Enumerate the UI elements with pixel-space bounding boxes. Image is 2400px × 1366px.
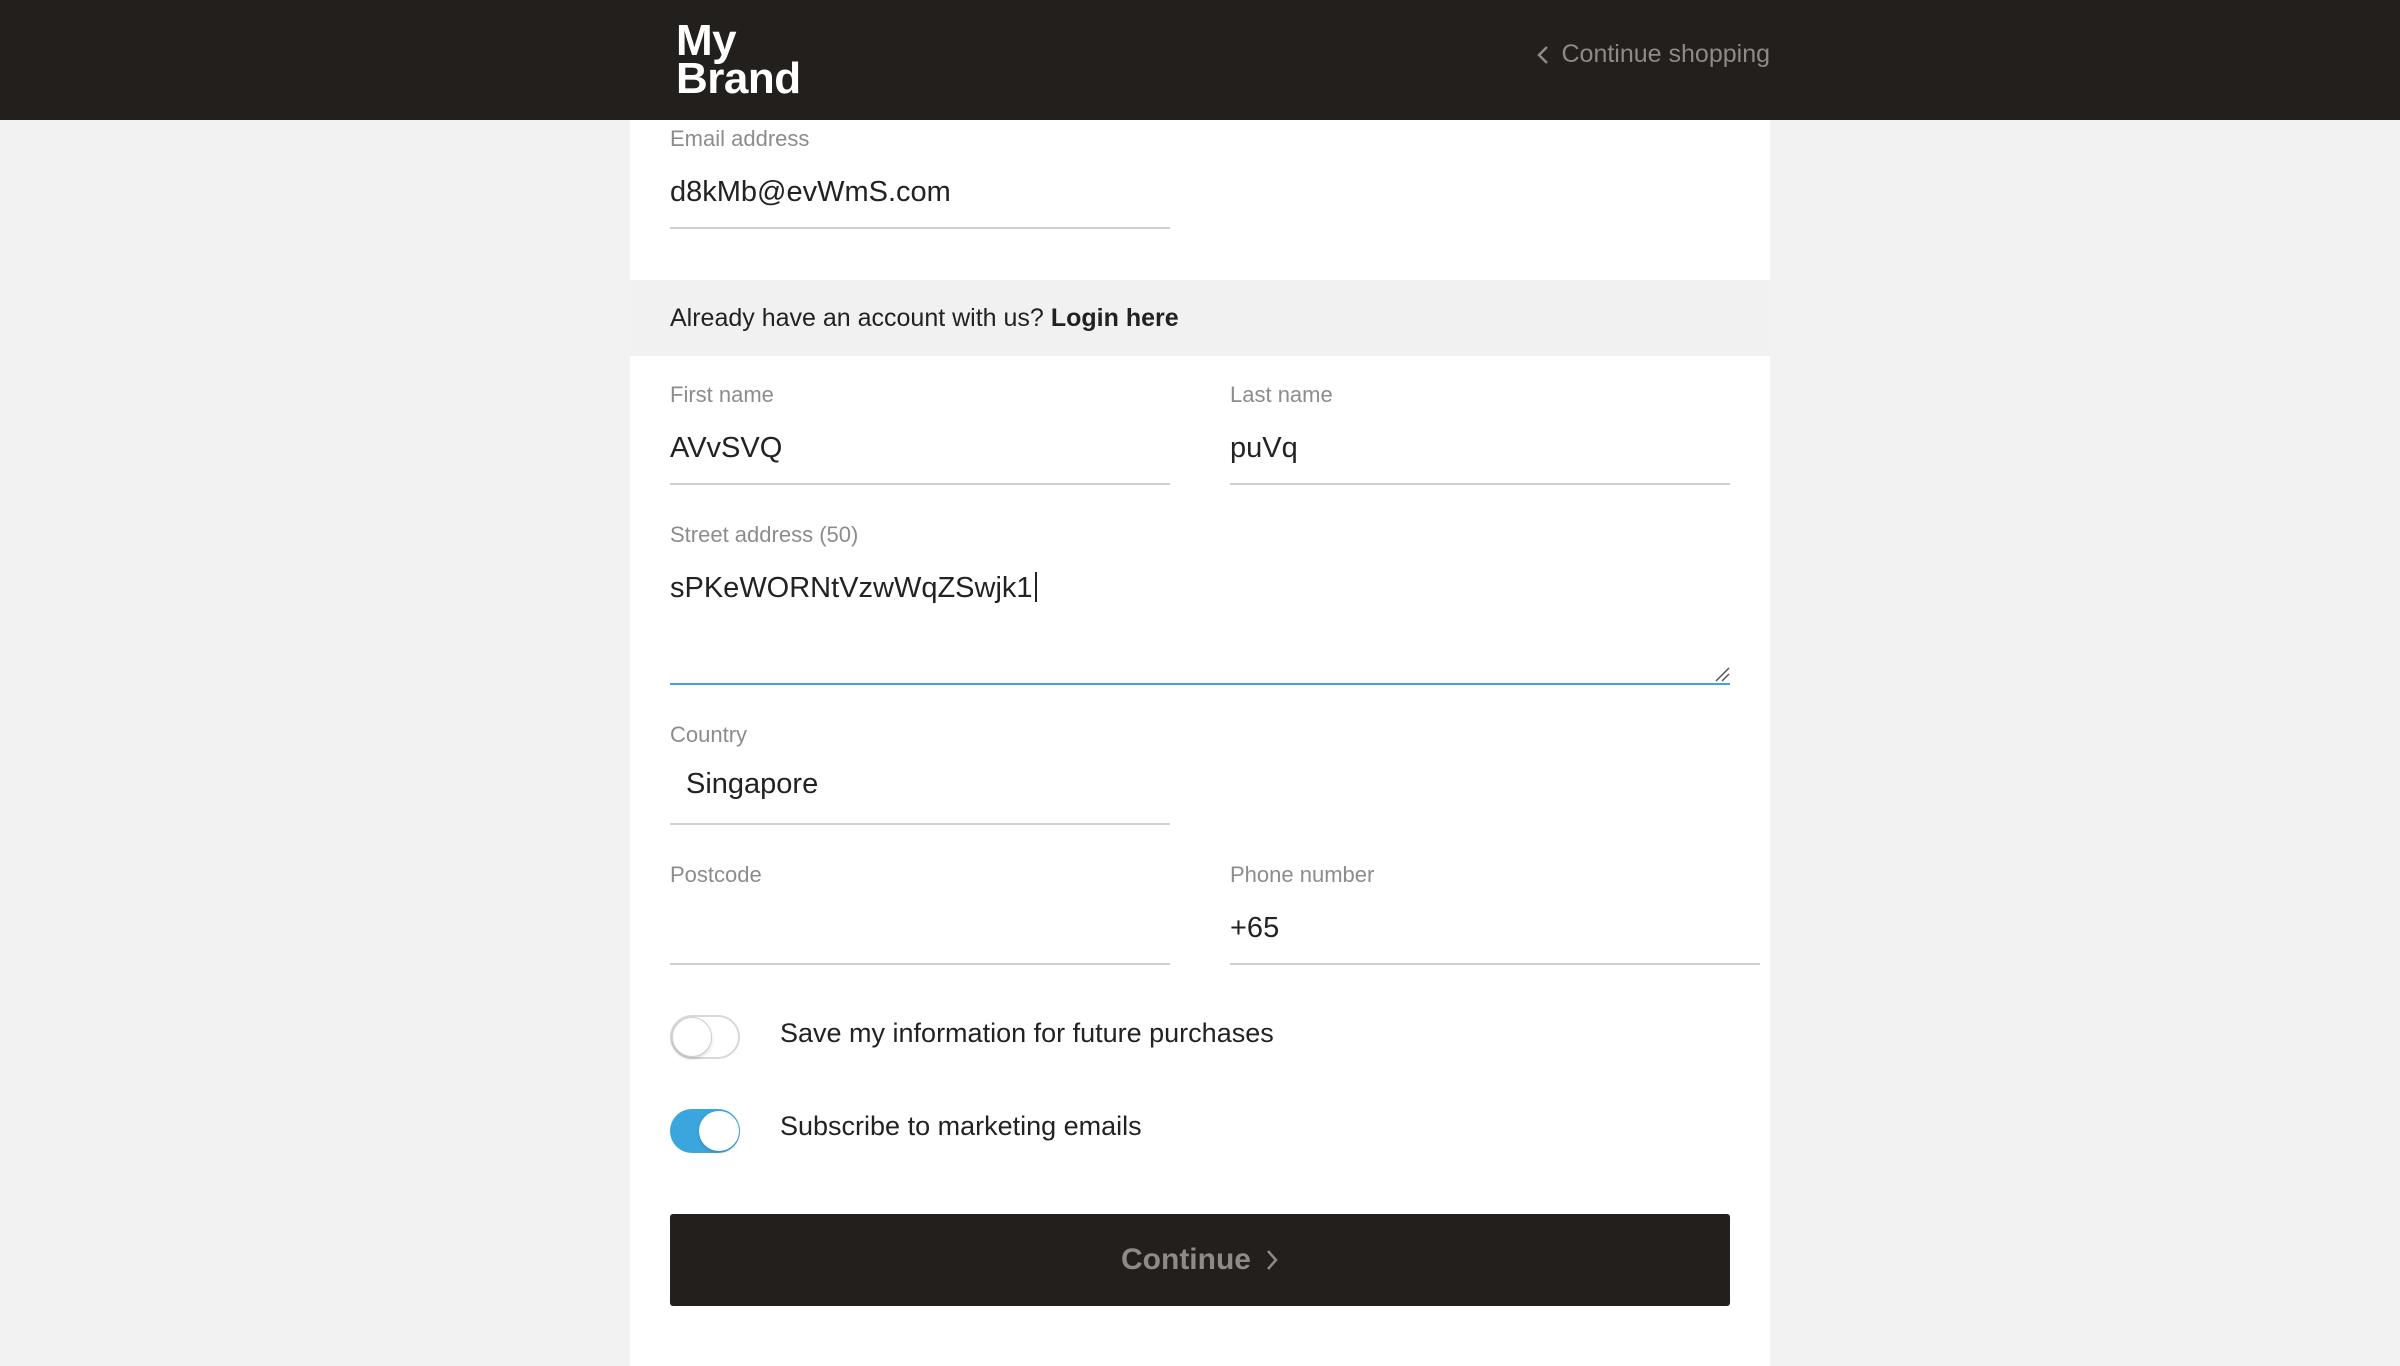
postcode-input[interactable] (670, 912, 1170, 946)
email-field-group: Email address d8kMb@evWmS.com (670, 126, 1170, 209)
postcode-underline (670, 963, 1170, 965)
email-underline (670, 227, 1170, 229)
first-name-input[interactable]: AVvSVQ (670, 432, 1170, 465)
brand-logo[interactable]: My Brand (676, 19, 801, 103)
phone-label: Phone number (1230, 862, 1375, 887)
last-name-label: Last name (1230, 382, 1333, 407)
toggle-knob (672, 1017, 712, 1057)
phone-field-group: Phone number +65 (1230, 862, 1760, 945)
country-select[interactable]: Singapore (670, 768, 1170, 801)
last-name-underline (1230, 483, 1730, 485)
country-underline (670, 823, 1170, 825)
last-name-input[interactable]: puVq (1230, 432, 1730, 465)
continue-button[interactable]: Continue (670, 1214, 1730, 1306)
first-name-field-group: First name AVvSVQ (670, 382, 1170, 465)
save-info-label: Save my information for future purchases (780, 1018, 1274, 1048)
street-address-underline-focused (670, 683, 1730, 685)
first-name-label: First name (670, 382, 774, 407)
logo-line-2: Brand (676, 54, 801, 103)
checkout-form-panel: Email address d8kMb@evWmS.com Already ha… (630, 120, 1770, 1366)
email-label: Email address (670, 126, 810, 151)
existing-account-banner: Already have an account with us? Login h… (630, 280, 1770, 356)
last-name-field-group: Last name puVq (1230, 382, 1730, 465)
chevron-right-icon (1267, 1250, 1278, 1270)
street-address-textarea[interactable]: sPKeWORNtVzwWqZSwjk1 (670, 572, 1730, 605)
continue-shopping-link[interactable]: Continue shopping (1536, 40, 1771, 69)
continue-shopping-label: Continue shopping (1561, 40, 1771, 68)
chevron-left-icon (1536, 45, 1548, 64)
phone-underline (1230, 963, 1760, 965)
subscribe-label: Subscribe to marketing emails (780, 1111, 1142, 1141)
toggle-knob (699, 1111, 739, 1151)
street-address-value: sPKeWORNtVzwWqZSwjk1 (670, 572, 1033, 604)
postcode-label: Postcode (670, 862, 762, 887)
postcode-field-group: Postcode (670, 862, 1170, 946)
email-input[interactable]: d8kMb@evWmS.com (670, 176, 1170, 209)
street-address-label: Street address (50) (670, 522, 859, 547)
account-prompt-text: Already have an account with us? (670, 303, 1044, 332)
country-label: Country (670, 722, 748, 747)
save-info-toggle[interactable] (670, 1015, 740, 1059)
login-link[interactable]: Login here (1051, 304, 1179, 333)
street-address-field-group: Street address (50) sPKeWORNtVzwWqZSwjk1 (670, 522, 1730, 605)
continue-button-label: Continue (1121, 1243, 1251, 1276)
first-name-underline (670, 483, 1170, 485)
country-field-group: Country Singapore (670, 722, 1170, 801)
phone-input[interactable]: +65 (1230, 912, 1760, 945)
top-navigation-bar: My Brand Continue shopping (0, 0, 2400, 120)
text-cursor (1034, 572, 1037, 602)
resize-grip-icon[interactable] (1714, 666, 1730, 682)
subscribe-toggle[interactable] (670, 1109, 740, 1153)
